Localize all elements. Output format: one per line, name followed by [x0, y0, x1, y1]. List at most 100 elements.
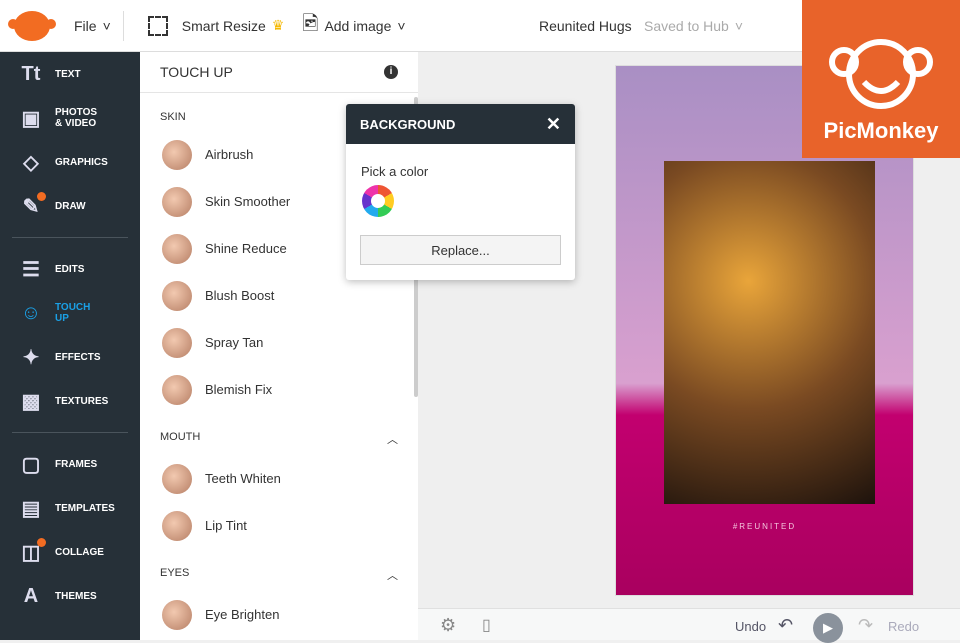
chevron-down-icon: ˅	[397, 17, 406, 34]
document-title[interactable]: Reunited Hugs	[539, 18, 632, 34]
tool-label: Teeth Whiten	[205, 471, 281, 486]
graphics-icon: ◇	[23, 151, 39, 174]
info-icon[interactable]: i	[384, 65, 398, 79]
draw-icon: ✎	[18, 191, 46, 219]
panel-title: TOUCH UP	[160, 64, 233, 80]
touch-up-icon: ☺	[20, 301, 42, 324]
edits-icon: ☰	[22, 258, 40, 281]
color-wheel-icon[interactable]	[362, 185, 394, 217]
play-button[interactable]: ▶	[813, 613, 843, 643]
new-badge	[37, 537, 46, 547]
tool-blemish-fix[interactable]: Blemish Fix	[140, 366, 418, 413]
sidebar-item-label: PHOTOS & VIDEO	[55, 107, 98, 129]
chevron-up-icon[interactable]: ︿	[387, 567, 398, 583]
tool-label: Spray Tan	[205, 335, 264, 350]
sidebar-item-label: DRAW	[55, 200, 86, 212]
tool-thumbnail-icon	[162, 280, 192, 311]
file-menu[interactable]: File ˅	[74, 18, 111, 34]
tool-thumbnail-icon	[162, 233, 192, 264]
sidebar-item-templates[interactable]: ▤ TEMPLATES	[0, 486, 140, 530]
tool-thumbnail-icon	[162, 186, 192, 217]
redo-icon[interactable]: ↷	[858, 615, 873, 636]
sidebar-item-frames[interactable]: ▢ FRAMES	[0, 442, 140, 486]
crown-icon: ♛	[271, 17, 285, 33]
tool-label: Eye Brighten	[205, 607, 280, 622]
settings-icon[interactable]: ⚙	[440, 615, 456, 636]
collage-icon: ◫	[18, 537, 46, 565]
hug-photo[interactable]	[664, 161, 875, 504]
section-eyes: EYES	[160, 567, 190, 579]
sidebar-item-edits[interactable]: ☰ EDITS	[0, 247, 140, 291]
undo-button[interactable]: Undo	[735, 619, 766, 634]
sidebar-item-label: TEXT	[55, 68, 81, 80]
text-icon: Tt	[21, 62, 41, 85]
tool-thumbnail-icon	[162, 510, 192, 541]
tool-label: Shine Reduce	[205, 241, 287, 256]
resize-icon	[147, 15, 168, 36]
themes-icon: A	[23, 584, 39, 607]
chevron-up-icon[interactable]: ︿	[387, 431, 398, 447]
file-label: File	[74, 17, 97, 34]
picmonkey-logo-icon[interactable]	[8, 10, 56, 41]
new-badge	[37, 191, 46, 201]
textures-icon: ▩	[21, 390, 41, 413]
sidebar-item-label: TEXTURES	[55, 395, 109, 407]
smart-resize-button[interactable]: Smart Resize ♛	[147, 15, 285, 36]
sidebar: Tt TEXT ▣ PHOTOS & VIDEO ◇ GRAPHICS ✎ DRAW ☰ EDIT…	[0, 52, 140, 640]
sidebar-item-label: EDITS	[55, 263, 85, 275]
tool-thumbnail-icon	[162, 327, 192, 358]
tool-label: Blemish Fix	[205, 382, 273, 397]
popup-title: BACKGROUND	[360, 116, 456, 132]
replace-button[interactable]: Replace...	[360, 235, 561, 265]
photos-video-icon: ▣	[21, 107, 41, 130]
sidebar-item-graphics[interactable]: ◇ GRAPHICS	[0, 140, 140, 184]
document-title-text: Reunited Hugs	[539, 17, 632, 34]
sidebar-item-effects[interactable]: ✦ EFFECTS	[0, 335, 140, 379]
add-image-label: Add image	[324, 17, 392, 34]
frames-icon: ▢	[21, 453, 41, 476]
sidebar-item-label: THEMES	[55, 590, 97, 602]
background-popup: BACKGROUND ✕ Pick a color Replace...	[346, 104, 575, 280]
tool-thumbnail-icon	[162, 374, 192, 405]
chevron-down-icon: ˅	[102, 17, 111, 34]
sidebar-item-label: GRAPHICS	[55, 156, 108, 168]
section-mouth: MOUTH	[160, 431, 201, 443]
section-skin: SKIN	[160, 111, 186, 123]
chevron-down-icon: ˅	[734, 17, 744, 34]
undo-icon[interactable]: ↶	[778, 615, 793, 636]
sidebar-item-touch-up[interactable]: ☺ TOUCH UP	[0, 291, 140, 335]
smart-resize-label: Smart Resize	[181, 17, 266, 34]
add-image-icon: 🖻	[302, 12, 319, 35]
add-image-button[interactable]: 🖻 Add image ˅	[302, 9, 405, 43]
layers-icon[interactable]: ▯	[482, 615, 491, 635]
tool-thumbnail-icon	[162, 463, 192, 494]
sidebar-item-collage[interactable]: ◫ COLLAGE	[0, 530, 140, 574]
tool-teeth-whiten[interactable]: Teeth Whiten	[140, 455, 418, 502]
sidebar-divider	[12, 432, 128, 433]
picmonkey-brand-logo: PicMonkey	[802, 0, 960, 158]
effects-icon: ✦	[22, 346, 40, 369]
hashtag-text[interactable]: #REUNITED	[616, 522, 913, 531]
save-status[interactable]: Saved to Hub ˅	[644, 18, 743, 34]
sidebar-item-label: TOUCH UP	[55, 302, 91, 324]
sidebar-item-label: FRAMES	[55, 458, 98, 470]
tool-thumbnail-icon	[162, 599, 192, 630]
tool-label: Airbrush	[205, 147, 254, 162]
tool-label: Lip Tint	[205, 518, 247, 533]
sidebar-item-themes[interactable]: A THEMES	[0, 574, 140, 618]
sidebar-item-text[interactable]: Tt TEXT	[0, 52, 140, 96]
redo-button[interactable]: Redo	[888, 619, 919, 634]
tool-label: Blush Boost	[205, 288, 275, 303]
sidebar-divider	[12, 237, 128, 238]
save-status-text: Saved to Hub	[644, 17, 729, 34]
templates-icon: ▤	[21, 497, 41, 520]
tool-spray-tan[interactable]: Spray Tan	[140, 319, 418, 366]
sidebar-item-draw[interactable]: ✎ DRAW	[0, 184, 140, 228]
tool-lip-tint[interactable]: Lip Tint	[140, 502, 418, 549]
tool-eye-brighten[interactable]: Eye Brighten	[140, 591, 418, 638]
close-icon[interactable]: ✕	[546, 114, 561, 135]
sidebar-item-textures[interactable]: ▩ TEXTURES	[0, 379, 140, 423]
sidebar-item-label: TEMPLATES	[55, 502, 115, 514]
monkey-logo-icon	[829, 39, 933, 109]
sidebar-item-photos-video[interactable]: ▣ PHOTOS & VIDEO	[0, 96, 140, 140]
